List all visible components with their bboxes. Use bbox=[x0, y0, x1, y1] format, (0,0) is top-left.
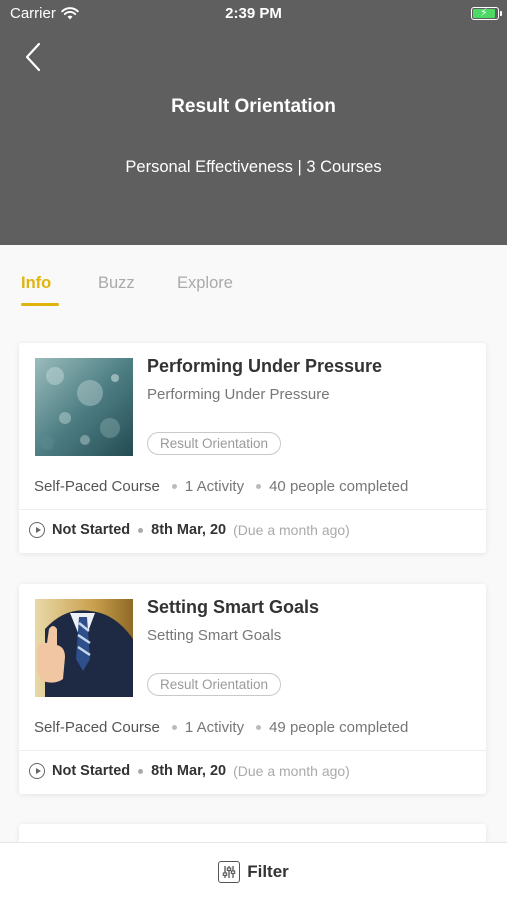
completed-count: 40 people completed bbox=[269, 478, 409, 495]
course-type: Self-Paced Course bbox=[34, 478, 160, 495]
status-time: 2:39 PM bbox=[225, 5, 282, 22]
battery-icon: ⚡ bbox=[471, 7, 502, 20]
play-circle-icon bbox=[29, 522, 45, 538]
rain-glass-image bbox=[35, 358, 133, 456]
activity-count: 1 Activity bbox=[184, 719, 245, 736]
activity-count: 1 Activity bbox=[184, 478, 245, 495]
course-group-header: Carrier 2:39 PM ⚡ Result Orientation Per… bbox=[0, 0, 507, 245]
play-circle-icon bbox=[29, 763, 45, 779]
chevron-left-icon bbox=[25, 42, 41, 72]
tab-buzz[interactable]: Buzz bbox=[98, 274, 135, 293]
course-thumbnail bbox=[35, 599, 133, 697]
course-tag: Result Orientation bbox=[147, 673, 282, 696]
due-date: 8th Mar, 20 bbox=[151, 522, 227, 538]
course-title: Setting Smart Goals bbox=[147, 597, 320, 617]
course-card[interactable]: Performing Under Pressure Performing Und… bbox=[19, 343, 486, 553]
main-content: Info Buzz Explore Performing Under Press… bbox=[0, 245, 507, 864]
separator-dot bbox=[138, 768, 144, 774]
back-button[interactable] bbox=[18, 40, 48, 74]
page-title: Result Orientation bbox=[171, 96, 336, 117]
businessman-thumbs-up-image bbox=[35, 599, 133, 697]
course-status: Not Started 8th Mar, 20 (Due a month ago… bbox=[29, 522, 350, 538]
course-tag: Result Orientation bbox=[147, 432, 282, 455]
course-thumbnail bbox=[35, 358, 133, 456]
separator-dot bbox=[138, 527, 144, 533]
separator-dot bbox=[256, 725, 262, 730]
card-divider bbox=[19, 509, 486, 510]
tab-info[interactable]: Info bbox=[21, 274, 51, 293]
course-meta: Self-Paced Course 1 Activity 40 people c… bbox=[34, 478, 408, 495]
filter-label: Filter bbox=[247, 861, 289, 881]
status-bar: Carrier 2:39 PM ⚡ bbox=[0, 0, 507, 28]
due-date: 8th Mar, 20 bbox=[151, 763, 227, 779]
course-subtitle: Performing Under Pressure bbox=[147, 386, 330, 403]
course-meta: Self-Paced Course 1 Activity 49 people c… bbox=[34, 719, 408, 736]
card-divider bbox=[19, 750, 486, 751]
separator-dot bbox=[256, 484, 262, 489]
separator-dot bbox=[171, 484, 177, 489]
tab-bar: Info Buzz Explore bbox=[0, 245, 507, 315]
page-subtitle: Personal Effectiveness | 3 Courses bbox=[125, 158, 382, 176]
tab-explore[interactable]: Explore bbox=[177, 274, 233, 293]
status-label: Not Started bbox=[52, 522, 131, 538]
course-subtitle: Setting Smart Goals bbox=[147, 627, 282, 644]
active-tab-indicator bbox=[21, 303, 59, 306]
due-relative: (Due a month ago) bbox=[233, 522, 350, 538]
course-card[interactable]: Setting Smart Goals Setting Smart Goals … bbox=[19, 584, 486, 794]
course-title: Performing Under Pressure bbox=[147, 356, 383, 376]
status-label: Not Started bbox=[52, 763, 131, 779]
separator-dot bbox=[171, 725, 177, 730]
course-type: Self-Paced Course bbox=[34, 719, 160, 736]
sliders-icon bbox=[218, 860, 241, 883]
course-status: Not Started 8th Mar, 20 (Due a month ago… bbox=[29, 763, 350, 779]
filter-button[interactable]: Filter bbox=[0, 842, 507, 900]
completed-count: 49 people completed bbox=[269, 719, 409, 736]
due-relative: (Due a month ago) bbox=[233, 763, 350, 779]
